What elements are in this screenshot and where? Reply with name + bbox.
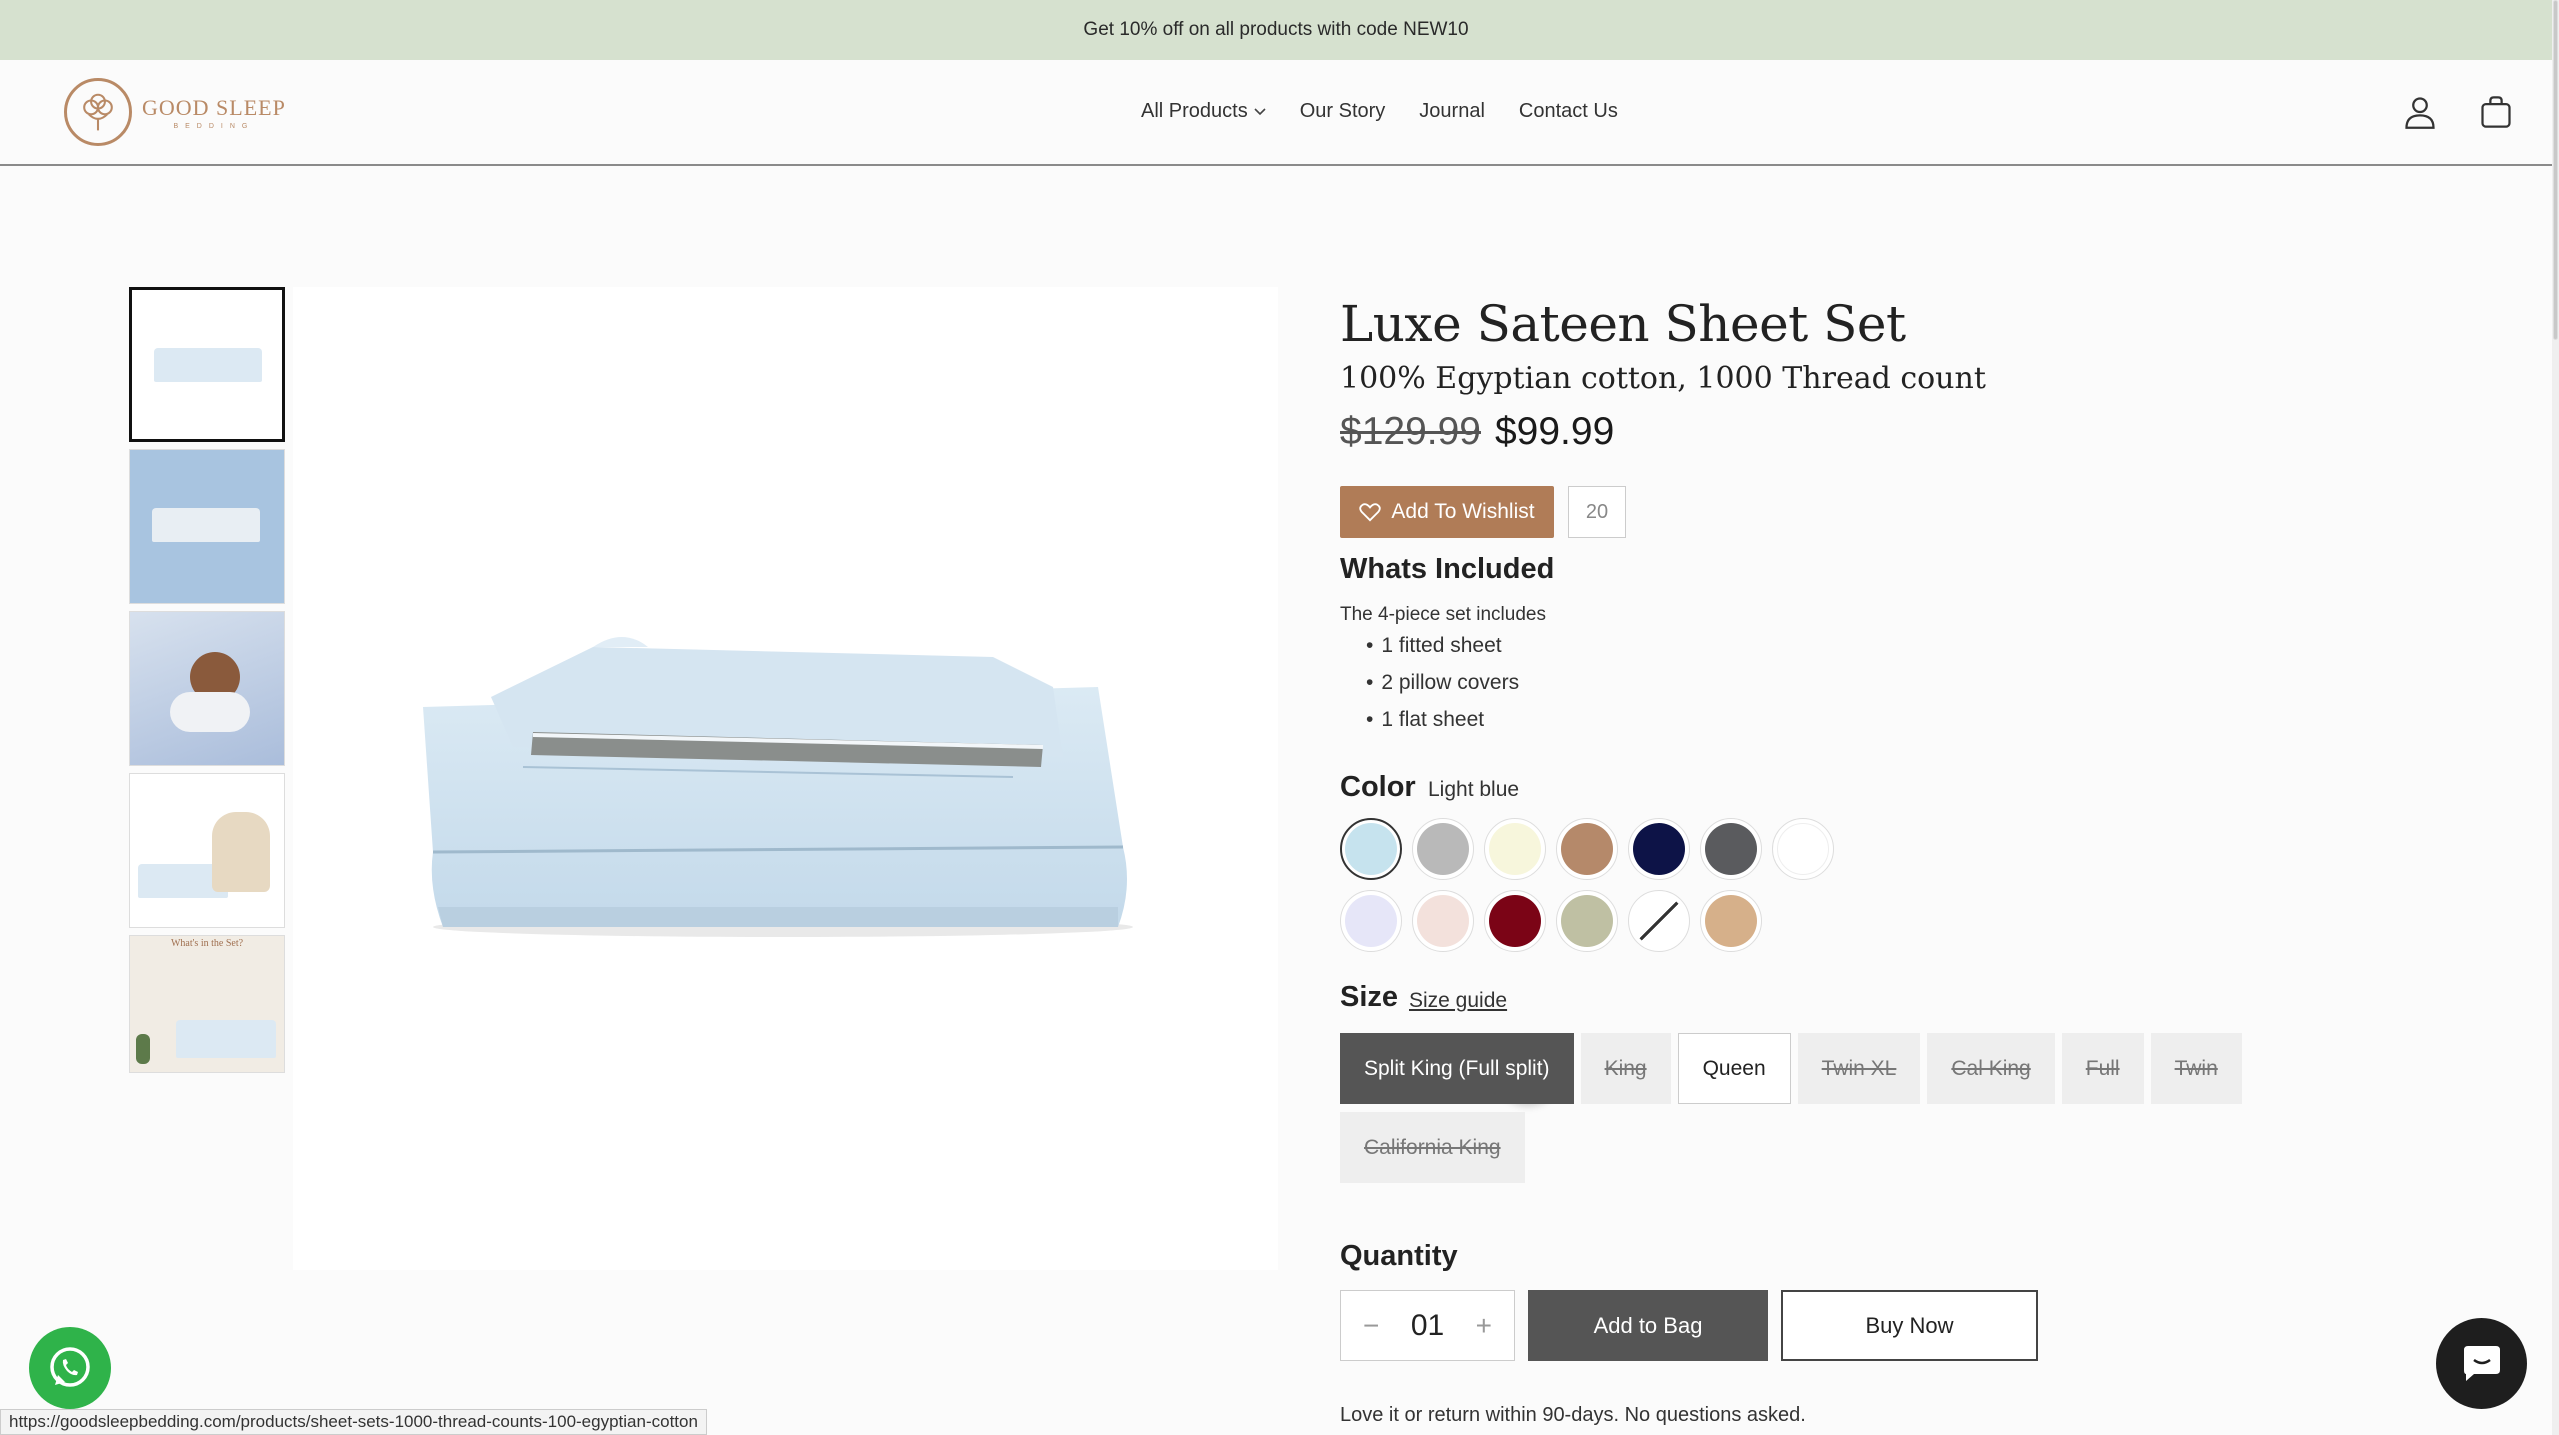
size-option[interactable]: Twin XL (1797, 1033, 1921, 1104)
quantity-value[interactable]: 01 (1411, 1309, 1444, 1343)
selected-color: Light blue (1428, 778, 1520, 801)
nav-journal[interactable]: Journal (1419, 100, 1485, 123)
color-dot (1705, 895, 1757, 947)
size-heading: Size (1340, 981, 1399, 1013)
color-swatch[interactable] (1556, 818, 1618, 880)
announcement-text: Get 10% off on all products with code NE… (1083, 19, 1469, 40)
color-dot (1633, 895, 1685, 947)
main-nav: All Products Our Story Journal Contact U… (1141, 100, 1618, 123)
status-bar-url: https://goodsleepbedding.com/products/sh… (0, 1409, 707, 1435)
bag-icon[interactable] (2478, 94, 2514, 130)
size-guide-link[interactable]: Size guide (1409, 989, 1507, 1013)
nav-our-story[interactable]: Our Story (1300, 100, 1386, 123)
color-dot (1705, 823, 1757, 875)
color-dot (1345, 895, 1397, 947)
color-swatch[interactable] (1484, 890, 1546, 952)
color-dot (1633, 823, 1685, 875)
whatsapp-button[interactable] (29, 1327, 111, 1409)
brand-tagline: BEDDING (173, 122, 255, 130)
thumbnail-2[interactable] (129, 449, 285, 604)
color-swatch[interactable] (1628, 818, 1690, 880)
quantity-heading: Quantity (1340, 1240, 1458, 1272)
size-option[interactable]: California King (1340, 1112, 1525, 1183)
color-swatch[interactable] (1412, 818, 1474, 880)
color-swatch[interactable] (1556, 890, 1618, 952)
color-dot (1345, 823, 1397, 875)
color-swatch[interactable] (1700, 890, 1762, 952)
color-swatch[interactable] (1340, 890, 1402, 952)
color-dot (1417, 895, 1469, 947)
product-subtitle: 100% Egyptian cotton, 1000 Thread count (1340, 361, 1986, 396)
included-intro: The 4-piece set includes (1340, 604, 1546, 625)
plus-icon[interactable]: + (1476, 1310, 1492, 1342)
chevron-down-icon (1254, 107, 1266, 115)
color-dot (1777, 823, 1829, 875)
list-item: 1 fitted sheet (1381, 634, 1519, 658)
included-list: 1 fitted sheet 2 pillow covers 1 flat sh… (1381, 634, 1519, 745)
heart-icon (1359, 503, 1382, 522)
brand-logo[interactable]: GOOD SLEEP BEDDING (64, 78, 286, 146)
list-item: 1 flat sheet (1381, 708, 1519, 732)
thumbnail-1[interactable] (129, 287, 285, 442)
cotton-flower-icon (64, 78, 132, 146)
size-options: Split King (Full split) King Queen Twin XL C… (1340, 1033, 2320, 1183)
buy-now-button[interactable]: Buy Now (1781, 1290, 2038, 1361)
product-main-image[interactable] (293, 287, 1561, 1270)
size-option[interactable]: Full (2061, 1033, 2144, 1104)
nav-contact[interactable]: Contact Us (1519, 100, 1618, 123)
compare-price: $129.99 (1340, 410, 1481, 453)
thumbnail-caption: What's in the Set? (170, 938, 244, 949)
chat-button[interactable] (2436, 1318, 2527, 1409)
thumbnail-3[interactable] (129, 611, 285, 766)
size-option[interactable]: Twin (2150, 1033, 2242, 1104)
brand-name: GOOD SLEEP (142, 94, 286, 120)
color-swatch[interactable] (1772, 818, 1834, 880)
chat-bubble-icon (2463, 1345, 2500, 1381)
list-item: 2 pillow covers (1381, 671, 1519, 695)
color-swatch[interactable] (1700, 818, 1762, 880)
color-dot (1489, 823, 1541, 875)
nav-all-products[interactable]: All Products (1141, 100, 1266, 123)
whatsapp-icon (50, 1347, 90, 1387)
minus-icon[interactable]: − (1363, 1310, 1379, 1342)
size-option[interactable]: Queen (1677, 1033, 1791, 1104)
color-swatch[interactable] (1412, 890, 1474, 952)
size-option[interactable]: King (1580, 1033, 1671, 1104)
color-swatch[interactable] (1340, 818, 1402, 880)
color-heading: Color (1340, 771, 1416, 803)
thumbnail-list: What's in the Set? (129, 287, 285, 1080)
product-info: Luxe Sateen Sheet Set 100% Egyptian cott… (1340, 295, 2340, 1426)
sheet-set-image (423, 637, 1133, 937)
size-option[interactable]: Cal King (1927, 1033, 2055, 1104)
thumbnail-5[interactable]: What's in the Set? (129, 935, 285, 1073)
thumbnail-4[interactable] (129, 773, 285, 928)
product-title: Luxe Sateen Sheet Set (1340, 295, 1906, 353)
wishlist-count: 20 (1568, 486, 1626, 538)
add-to-wishlist-button[interactable]: Add To Wishlist (1340, 486, 1554, 538)
color-swatch[interactable] (1484, 818, 1546, 880)
color-dot (1561, 823, 1613, 875)
page-scrollbar[interactable] (2552, 0, 2559, 1435)
color-dot (1417, 823, 1469, 875)
announcement-bar: Get 10% off on all products with code NE… (0, 0, 2552, 60)
quantity-stepper: − 01 + (1340, 1290, 1515, 1361)
add-to-bag-button[interactable]: Add to Bag (1528, 1290, 1768, 1361)
included-heading: Whats Included (1340, 553, 1555, 585)
wishlist-label: Add To Wishlist (1391, 500, 1535, 523)
color-dot (1561, 895, 1613, 947)
account-icon[interactable] (2402, 94, 2438, 130)
color-dot (1489, 895, 1541, 947)
color-swatches (1340, 818, 1860, 952)
size-option[interactable]: Split King (Full split) (1340, 1033, 1574, 1104)
sale-price: $99.99 (1494, 410, 1615, 453)
returns-note: Love it or return within 90-days. No que… (1340, 1404, 1806, 1426)
nav-all-products-label: All Products (1141, 100, 1248, 122)
color-swatch[interactable] (1628, 890, 1690, 952)
site-header: GOOD SLEEP BEDDING All Products Our Stor… (0, 60, 2552, 166)
